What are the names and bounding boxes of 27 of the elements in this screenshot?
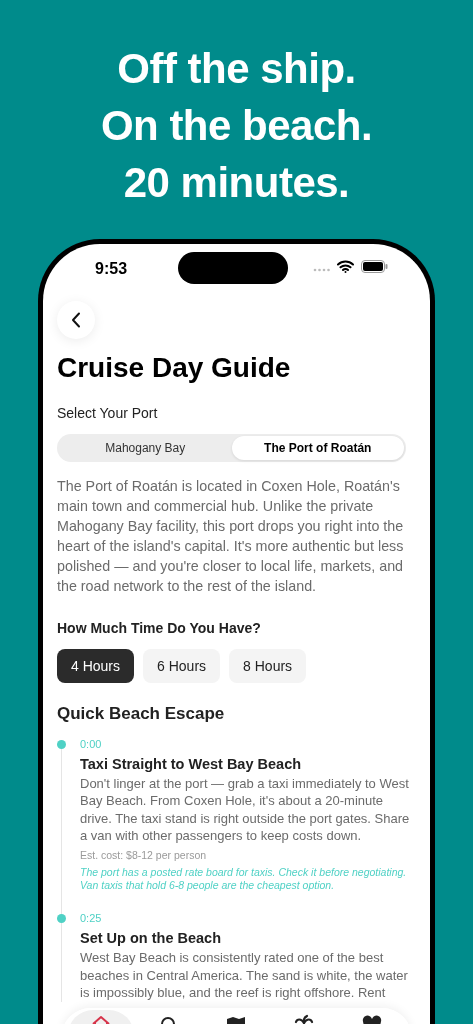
wifi-icon [337,260,354,273]
port-tab[interactable]: Mahogany Bay [59,436,232,460]
step-title: Taxi Straight to West Bay Beach [80,754,303,773]
step-time: 0:25 [80,911,103,926]
battery-icon [361,260,388,273]
step-time: 0:00 [80,736,103,751]
back-icon [71,312,81,328]
headline: 20 minutes. [123,158,350,208]
step-description: Don't linger at the port — grab a taxi immediately to West Bay Beach. From Coxen Hole, it's about a 20-minute drive. The taxi stand is right outside the port gates. Share a van with other passengers to keep costs down. [80,774,411,845]
port-description: The Port of Roatán is located in Coxen Hole, Roatán's main town and commercial hub. Unlike the private Mahogany Bay facility, this port drops you right into the heart of the island's capital. It's more authentic but less polished — and you're closer to local life, markets, and the road network to the rest of the island. [57,477,405,596]
tip-text: The port has a posted rate board for taxis. Check it before negotiating. Van taxis that hold 6-8 people are the cheapest option. [80,866,408,892]
step-description: West Bay Beach is consistently rated one of the best beaches in Central America. The sand is white, the water is impossibly blue, and the reef is right offshore. Rent [80,949,409,1002]
duration-button[interactable]: 4 Hours [57,649,135,683]
port-tab[interactable]: The Port of Roatán [231,436,404,460]
duration-button[interactable]: 6 Hours [143,649,221,683]
headline: Off the ship. [117,44,356,94]
back-button[interactable] [57,301,95,339]
step-title: Set Up on the Beach [80,929,222,948]
headline: On the beach. [100,101,373,151]
cost-estimate: Est. cost: $8-12 per person [80,847,208,863]
status-time: 9:53 [95,259,128,279]
section-label: How Much Time Do You Have? [57,619,262,638]
section-title: Quick Beach Escape [57,703,226,725]
duration-button[interactable]: 8 Hours [229,649,307,683]
signal-icon [313,268,331,272]
page-title: Cruise Day Guide [57,351,292,385]
section-label: Select Your Port [57,404,159,423]
